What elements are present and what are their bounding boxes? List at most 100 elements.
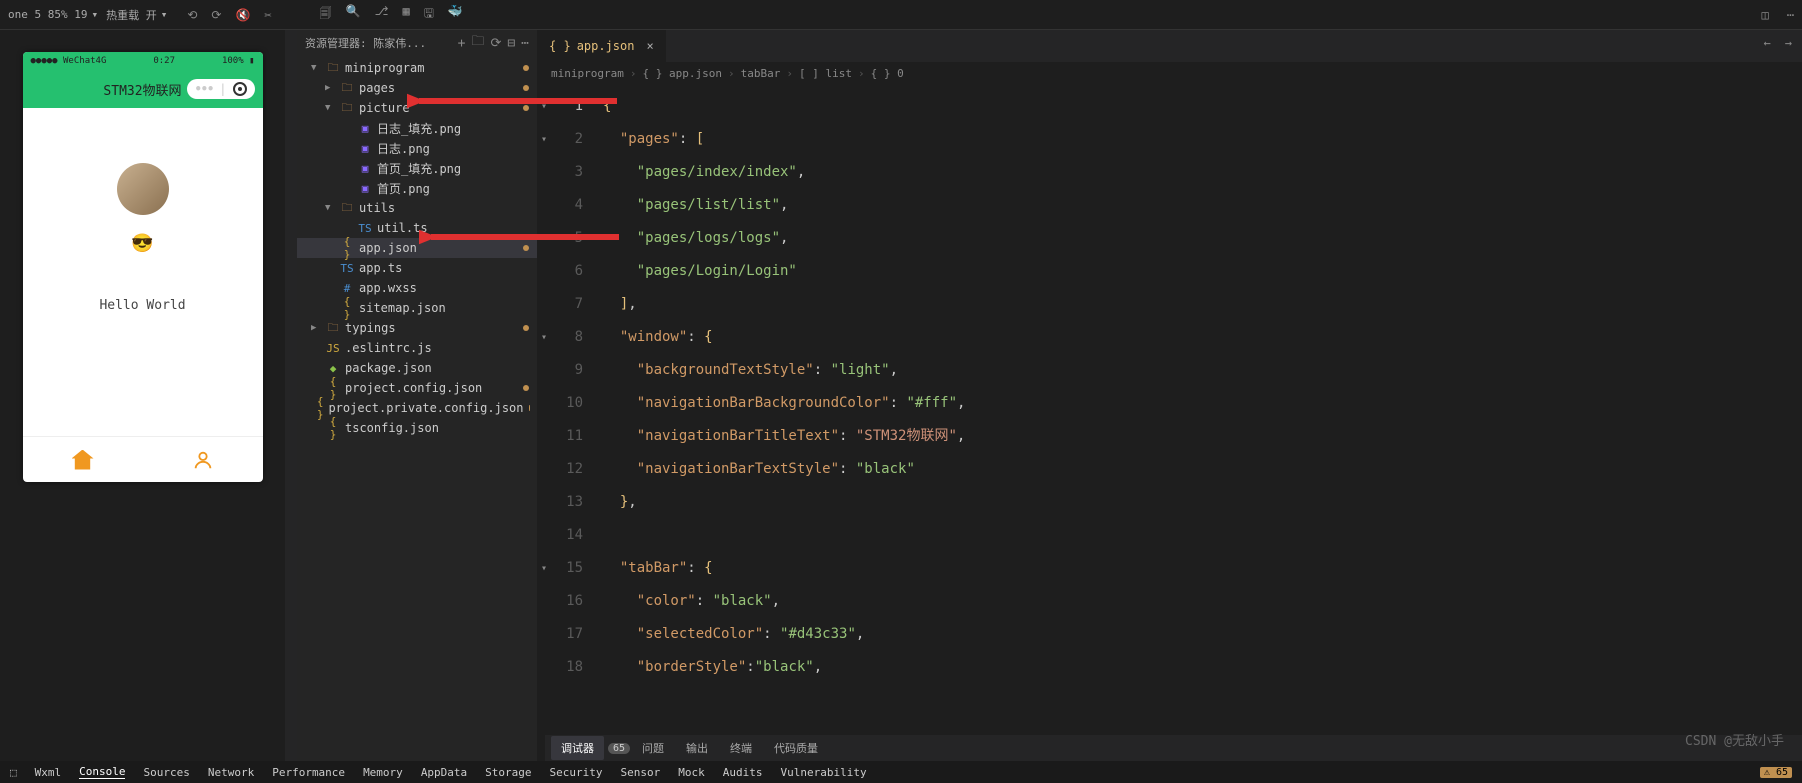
files-icon[interactable]: 🗐	[320, 4, 332, 25]
ide-action-icons: 🗐 🔍 ⎇ ▦ 🖫 🐳	[320, 4, 463, 25]
wxss-icon: #	[340, 282, 354, 295]
tree-item----png[interactable]: ▣日志.png	[297, 138, 537, 158]
refresh-icon[interactable]: ⟳	[211, 8, 221, 22]
devtools-tab-audits[interactable]: Audits	[723, 766, 763, 779]
collapse-icon[interactable]: ⊟	[507, 36, 515, 51]
branch-icon[interactable]: ⎇	[375, 4, 389, 25]
img-icon: ▣	[358, 182, 372, 195]
phone-frame: ●●●●● WeChat4G 0:27 100% ▮ STM32物联网 ••• …	[23, 52, 263, 482]
folder-icon: 🗀	[340, 79, 354, 98]
devtools-tab-performance[interactable]: Performance	[272, 766, 345, 779]
devtools-tab-network[interactable]: Network	[208, 766, 254, 779]
debugger-tab-代码质量[interactable]: 代码质量	[764, 736, 828, 760]
debugger-tabs: 调试器65问题输出终端代码质量	[545, 735, 1802, 761]
breadcrumb-seg[interactable]: { } app.json	[642, 67, 721, 80]
reload-dropdown[interactable]: 热重载 开 ▾	[106, 7, 167, 23]
debugger-tab-输出[interactable]: 输出	[676, 736, 718, 760]
tree-item-pages[interactable]: ▶🗀pages	[297, 78, 537, 98]
simulator-panel: ●●●●● WeChat4G 0:27 100% ▮ STM32物联网 ••• …	[0, 30, 285, 761]
breadcrumb-seg[interactable]: [ ] list	[799, 67, 852, 80]
git-modified-icon	[523, 245, 529, 251]
debugger-tab-问题[interactable]: 问题	[632, 736, 674, 760]
new-folder-icon[interactable]: 🗀	[471, 32, 484, 54]
devtools-tab-console[interactable]: Console	[79, 765, 125, 779]
save-icon[interactable]: 🖫	[424, 4, 434, 25]
tree-item-utils[interactable]: ▼🗀utils	[297, 198, 537, 218]
editor-panel: { } app.json × ← → miniprogram›{ } app.j…	[537, 30, 1802, 761]
device-dropdown[interactable]: one 5 85% 19 ▾	[8, 8, 98, 21]
close-tab-icon[interactable]: ×	[646, 39, 653, 53]
img-icon: ▣	[358, 162, 372, 175]
git-modified-icon	[523, 85, 529, 91]
capsule-button[interactable]: ••• |	[187, 79, 255, 99]
git-modified-icon	[523, 385, 529, 391]
json-icon: { }	[340, 295, 354, 321]
mute-icon[interactable]: 🔇	[235, 8, 250, 22]
rotate-icon[interactable]: ⟲	[187, 8, 197, 22]
debugger-tab-调试器[interactable]: 调试器	[551, 736, 604, 760]
go-fwd-icon[interactable]: →	[1785, 36, 1792, 50]
json-icon: { }	[340, 235, 354, 261]
search-icon[interactable]: 🔍	[346, 4, 361, 25]
tree-item--eslintrc-js[interactable]: JS.eslintrc.js	[297, 338, 537, 358]
warning-badge[interactable]: ⚠ 65	[1760, 767, 1792, 778]
panel-divider[interactable]	[285, 30, 297, 761]
split-icon[interactable]: ◫	[1762, 8, 1769, 22]
ext-icon[interactable]: ▦	[402, 4, 409, 25]
tree-item-tsconfig-json[interactable]: { }tsconfig.json	[297, 418, 537, 438]
devtools-tab-sources[interactable]: Sources	[143, 766, 189, 779]
devtools-tab-mock[interactable]: Mock	[678, 766, 705, 779]
editor-tab-bar: { } app.json ×	[537, 30, 1802, 62]
devtools-tab-sensor[interactable]: Sensor	[621, 766, 661, 779]
devtools-tab-appdata[interactable]: AppData	[421, 766, 467, 779]
tree-item-app-wxss[interactable]: #app.wxss	[297, 278, 537, 298]
devtools-tab-storage[interactable]: Storage	[485, 766, 531, 779]
tree-item----png[interactable]: ▣首页.png	[297, 178, 537, 198]
json-icon: { }	[317, 395, 324, 421]
pkg-icon: ◆	[326, 362, 340, 375]
devtools-tab-wxml[interactable]: Wxml	[35, 766, 62, 779]
devtools-tab-memory[interactable]: Memory	[363, 766, 403, 779]
phone-nav-bar: STM32物联网 ••• |	[23, 70, 263, 108]
more-icon[interactable]: ⋯	[1787, 8, 1794, 22]
tab-user[interactable]	[143, 437, 263, 482]
tree-item-app-ts[interactable]: TSapp.ts	[297, 258, 537, 278]
code-content[interactable]: { "pages": [ "pages/index/index", "pages…	[597, 84, 1802, 761]
editor-tab-appjson[interactable]: { } app.json ×	[537, 30, 666, 62]
more-tree-icon[interactable]: ⋯	[521, 36, 529, 51]
phone-tabbar	[23, 436, 263, 482]
tree-item-project-config-json[interactable]: { }project.config.json	[297, 378, 537, 398]
tree-item-miniprogram[interactable]: ▼🗀miniprogram	[297, 58, 537, 78]
tree-item-util-ts[interactable]: TSutil.ts	[297, 218, 537, 238]
go-back-icon[interactable]: ←	[1764, 36, 1771, 50]
explorer-title: 资源管理器: 陈家伟...	[305, 35, 426, 51]
tree-item-------png[interactable]: ▣首页_填充.png	[297, 158, 537, 178]
breadcrumb[interactable]: miniprogram›{ } app.json›tabBar›[ ] list…	[537, 62, 1802, 84]
git-modified-icon	[523, 325, 529, 331]
breadcrumb-seg[interactable]: miniprogram	[551, 67, 624, 80]
tree-item-------png[interactable]: ▣日志_填充.png	[297, 118, 537, 138]
top-toolbar: one 5 85% 19 ▾ 热重载 开 ▾ ⟲ ⟳ 🔇 ✂ 🗐 🔍 ⎇ ▦ 🖫…	[0, 0, 1802, 30]
tree-item-app-json[interactable]: { }app.json	[297, 238, 537, 258]
toolbar-icons-left: ⟲ ⟳ 🔇 ✂	[187, 8, 271, 22]
tree-item-picture[interactable]: ▼🗀picture	[297, 98, 537, 118]
code-area[interactable]: ▾1▾234567▾891011121314▾15161718 { "pages…	[537, 84, 1802, 761]
cut-icon[interactable]: ✂	[264, 8, 271, 22]
refresh-tree-icon[interactable]: ⟳	[490, 36, 501, 51]
docker-icon[interactable]: 🐳	[448, 4, 463, 25]
devtools-tab-vulnerability[interactable]: Vulnerability	[781, 766, 867, 779]
capsule-menu-icon: •••	[195, 82, 214, 96]
tree-item-typings[interactable]: ▶🗀typings	[297, 318, 537, 338]
js-icon: JS	[326, 342, 340, 355]
tree-item-sitemap-json[interactable]: { }sitemap.json	[297, 298, 537, 318]
json-icon: { }	[326, 415, 340, 441]
breadcrumb-seg[interactable]: { } 0	[871, 67, 904, 80]
tab-home[interactable]	[23, 437, 143, 482]
phone-title: STM32物联网	[103, 80, 181, 99]
devtools-tab-security[interactable]: Security	[550, 766, 603, 779]
debugger-tab-终端[interactable]: 终端	[720, 736, 762, 760]
new-file-icon[interactable]: +	[458, 36, 466, 51]
inspect-icon[interactable]: ⬚	[10, 766, 17, 779]
user-icon	[192, 449, 214, 471]
breadcrumb-seg[interactable]: tabBar	[741, 67, 781, 80]
